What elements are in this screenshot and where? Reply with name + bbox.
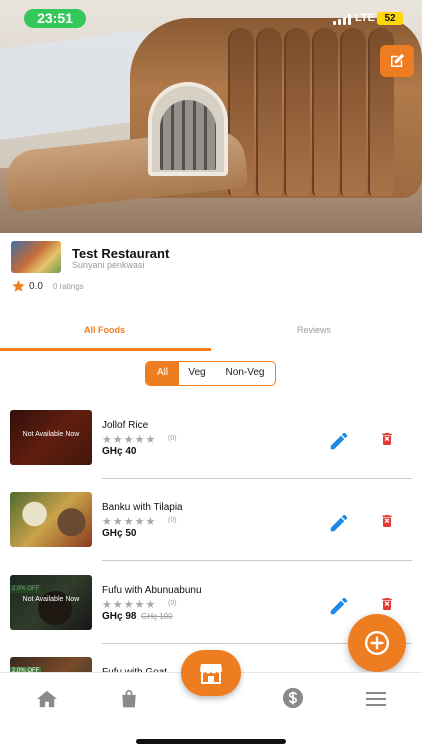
- edit-cover-button[interactable]: [380, 45, 414, 77]
- ratings-count: 0 ratings: [53, 282, 84, 291]
- food-name: Fufu with Abunuabunu: [102, 585, 202, 596]
- home-indicator: [136, 739, 286, 744]
- rating-count: (0): [168, 517, 177, 524]
- filter-non-veg[interactable]: Non-Veg: [215, 362, 275, 385]
- rating-value: 0.0: [29, 281, 43, 292]
- rating-count: (0): [168, 435, 177, 442]
- store-button[interactable]: [181, 650, 241, 696]
- status-time: 23:51: [24, 9, 86, 28]
- rating-count: (0): [168, 600, 177, 607]
- food-image: 2.0% OFF Not Available Now: [10, 575, 92, 630]
- bag-icon[interactable]: [119, 689, 139, 709]
- row-divider: [102, 560, 412, 561]
- cover-slice: [340, 28, 366, 196]
- trash-icon[interactable]: [379, 595, 395, 613]
- food-name: Banku with Tilapia: [102, 502, 183, 513]
- food-price: GHç 98: [102, 611, 137, 622]
- home-icon[interactable]: [36, 689, 58, 709]
- restaurant-address: Sunyani penkwasi: [72, 260, 145, 270]
- signal-icon: [333, 14, 351, 25]
- store-icon: [200, 664, 222, 684]
- food-item[interactable]: Banku with Tilapia ★★★★★ (0) GHç 50: [0, 492, 422, 574]
- pencil-icon[interactable]: [328, 430, 350, 452]
- restaurant-name: Test Restaurant: [72, 246, 170, 261]
- food-type-filter: All Veg Non-Veg: [145, 361, 276, 386]
- tab-all-foods[interactable]: All Foods: [84, 325, 125, 335]
- edit-square-icon: [391, 53, 405, 67]
- rating-stars: ★★★★★: [102, 599, 157, 611]
- active-tab-indicator: [0, 348, 211, 351]
- unavailable-badge: Not Available Now: [10, 575, 92, 630]
- filter-veg[interactable]: Veg: [179, 362, 215, 385]
- food-image: [10, 492, 92, 547]
- food-price: GHç 50: [102, 528, 137, 539]
- pencil-icon[interactable]: [328, 595, 350, 617]
- food-image: Not Available Now: [10, 410, 92, 465]
- cover-slice: [312, 28, 338, 196]
- rating-stars: ★★★★★: [102, 516, 157, 528]
- tab-reviews[interactable]: Reviews: [297, 325, 331, 335]
- pencil-icon[interactable]: [328, 512, 350, 534]
- cover-slice: [284, 28, 310, 196]
- food-old-price: GHç 100: [141, 612, 173, 621]
- food-item[interactable]: Not Available Now Jollof Rice ★★★★★ (0) …: [0, 410, 422, 492]
- trash-icon[interactable]: [379, 512, 395, 530]
- trash-icon[interactable]: [379, 430, 395, 448]
- row-divider: [102, 478, 412, 479]
- add-food-button[interactable]: [348, 614, 406, 672]
- plus-circle-icon: [364, 630, 390, 656]
- menu-icon[interactable]: [366, 691, 386, 707]
- rating-stars: ★★★★★: [102, 434, 157, 446]
- battery-icon: 52: [377, 12, 403, 25]
- star-icon: [12, 280, 25, 292]
- food-price: GHç 40: [102, 446, 137, 457]
- network-label: LTE: [355, 12, 375, 24]
- restaurant-logo: [11, 241, 61, 273]
- cover-slice: [256, 28, 282, 196]
- dollar-icon[interactable]: [282, 687, 304, 709]
- cover-gate: [160, 100, 216, 170]
- food-name: Jollof Rice: [102, 420, 149, 431]
- unavailable-badge: Not Available Now: [10, 410, 92, 465]
- filter-all[interactable]: All: [146, 362, 179, 385]
- status-bar: 23:51 LTE 52: [0, 0, 422, 36]
